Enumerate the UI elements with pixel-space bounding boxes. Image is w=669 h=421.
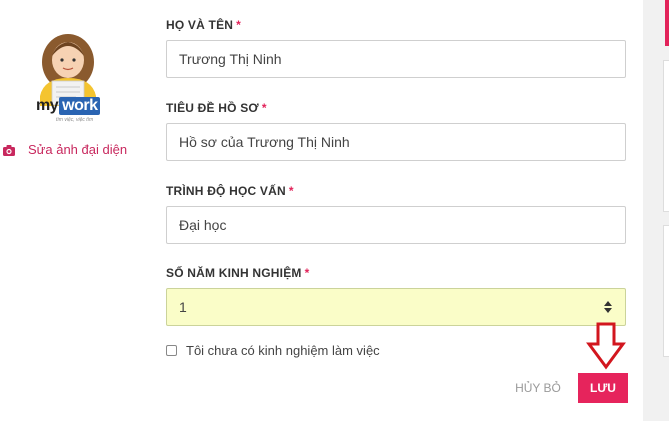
no-experience-row[interactable]: Tôi chưa có kinh nghiệm làm việc bbox=[166, 343, 380, 358]
required-mark: * bbox=[261, 101, 267, 115]
education-input[interactable]: Đại học bbox=[166, 206, 626, 244]
logo-my: my bbox=[36, 97, 59, 114]
right-side-panel bbox=[643, 0, 669, 421]
profile-title-label-text: TIÊU ĐỀ HỒ SƠ bbox=[166, 101, 259, 115]
full-name-input[interactable]: Trương Thị Ninh bbox=[166, 40, 626, 78]
logo-tagline: tìm việc, việc tìm bbox=[56, 117, 94, 123]
right-side-card bbox=[663, 225, 669, 357]
no-experience-checkbox[interactable] bbox=[166, 345, 177, 356]
no-experience-label: Tôi chưa có kinh nghiệm làm việc bbox=[186, 343, 380, 358]
camera-icon bbox=[3, 144, 15, 156]
full-name-label: HỌ VÀ TÊN * bbox=[166, 18, 241, 32]
profile-title-label: TIÊU ĐỀ HỒ SƠ * bbox=[166, 101, 267, 115]
experience-years-label: SỐ NĂM KINH NGHIỆM * bbox=[166, 266, 309, 280]
save-button[interactable]: LƯU bbox=[578, 373, 628, 403]
required-mark: * bbox=[288, 184, 294, 198]
right-accent-edge bbox=[665, 0, 669, 46]
required-mark: * bbox=[236, 18, 242, 32]
spinner-arrows-icon[interactable] bbox=[603, 299, 613, 315]
down-arrow-annotation-icon bbox=[586, 322, 626, 370]
education-label-text: TRÌNH ĐỘ HỌC VẤN bbox=[166, 184, 286, 198]
edit-avatar-label: Sửa ảnh đại diện bbox=[28, 142, 128, 157]
experience-years-label-text: SỐ NĂM KINH NGHIỆM bbox=[166, 266, 302, 280]
edit-avatar-link[interactable]: Sửa ảnh đại diện bbox=[2, 142, 127, 157]
education-label: TRÌNH ĐỘ HỌC VẤN * bbox=[166, 184, 294, 198]
profile-title-input[interactable]: Hồ sơ của Trương Thị Ninh bbox=[166, 123, 626, 161]
profile-edit-card: my work tìm việc, việc tìm Sửa ảnh đại di… bbox=[0, 0, 644, 421]
full-name-label-text: HỌ VÀ TÊN bbox=[166, 18, 234, 32]
right-side-card bbox=[663, 60, 669, 212]
logo-work: work bbox=[59, 97, 101, 115]
required-mark: * bbox=[304, 266, 310, 280]
mywork-logo: my work bbox=[36, 97, 101, 115]
cancel-button[interactable]: HỦY BỎ bbox=[509, 376, 567, 400]
experience-years-value: 1 bbox=[179, 299, 187, 315]
experience-years-input[interactable]: 1 bbox=[166, 288, 626, 326]
